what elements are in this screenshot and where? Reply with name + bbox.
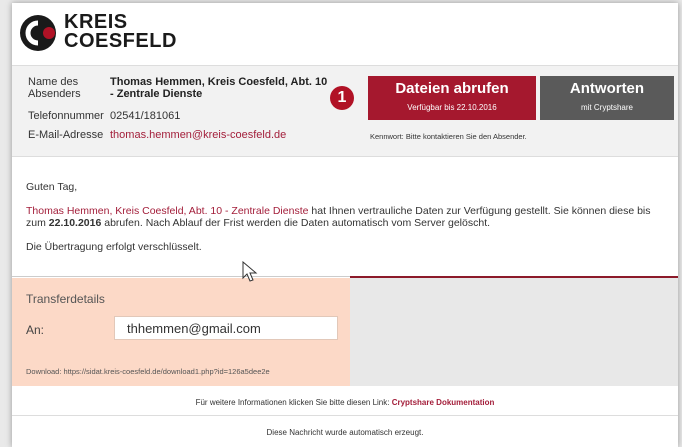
message-paragraph: Thomas Hemmen, Kreis Coesfeld, Abt. 10 -… <box>26 205 671 229</box>
download-button-title: Dateien abrufen <box>395 80 509 97</box>
footer-info: Für weitere Informationen klicken Sie bi… <box>12 398 678 407</box>
encryption-note: Die Übertragung erfolgt verschlüsselt. <box>26 241 202 253</box>
logo-line2: COESFELD <box>64 30 177 52</box>
footer-auto-note: Diese Nachricht wurde automatisch erzeug… <box>266 428 424 437</box>
logo-mark-icon <box>20 15 56 51</box>
greeting: Guten Tag, <box>26 181 78 193</box>
transfer-side-panel <box>350 278 678 386</box>
reply-button[interactable]: Antworten mit Cryptshare <box>540 76 674 120</box>
message-body: Guten Tag, Thomas Hemmen, Kreis Coesfeld… <box>26 181 671 265</box>
sender-email-link[interactable]: thomas.hemmen@kreis-coesfeld.de <box>110 129 286 141</box>
reply-button-title: Antworten <box>569 80 645 97</box>
recipient-label: An: <box>26 323 45 337</box>
sender-name-value: Thomas Hemmen, Kreis Coesfeld, Abt. 10 -… <box>110 76 328 100</box>
sender-link[interactable]: Thomas Hemmen, Kreis Coesfeld, Abt. 10 -… <box>26 205 308 217</box>
password-hint: Kennwort: Bitte kontaktieren Sie den Abs… <box>370 132 527 141</box>
transfer-details-panel: Transferdetails An: thhemmen@gmail.com D… <box>12 278 350 386</box>
cryptshare-docs-link[interactable]: Cryptshare Dokumentation <box>392 398 495 407</box>
sender-panel: Name des Absenders Thomas Hemmen, Kreis … <box>12 65 678 157</box>
footer-divider <box>12 415 678 416</box>
kreis-coesfeld-logo: KREIS COESFELD <box>16 7 186 57</box>
email-label: E-Mail-Adresse <box>28 129 104 141</box>
mouse-cursor-icon <box>242 261 258 282</box>
reply-button-subtitle: mit Cryptshare <box>580 103 633 112</box>
body-part2: abrufen. Nach Ablauf der Frist werden di… <box>101 217 491 229</box>
footer-info-text: Für weitere Informationen klicken Sie bi… <box>195 398 392 407</box>
divider-gray <box>12 276 350 277</box>
step-badge: 1 <box>330 86 354 110</box>
download-files-button[interactable]: Dateien abrufen Verfügbar bis 22.10.2016 <box>368 76 536 120</box>
transfer-title: Transferdetails <box>26 292 105 306</box>
recipient-field[interactable]: thhemmen@gmail.com <box>114 316 338 340</box>
expiry-date: 22.10.2016 <box>48 217 102 229</box>
email-page: KREIS COESFELD Name des Absenders Thomas… <box>12 3 678 447</box>
download-url[interactable]: Download: https://sidat.kreis-coesfeld.d… <box>26 367 270 376</box>
phone-label: Telefonnummer <box>28 110 104 122</box>
sender-name-label: Name des Absenders <box>28 76 81 100</box>
download-button-subtitle: Verfügbar bis 22.10.2016 <box>407 103 497 112</box>
logo-text: KREIS COESFELD <box>64 12 177 52</box>
phone-value: 02541/181061 <box>110 110 181 122</box>
